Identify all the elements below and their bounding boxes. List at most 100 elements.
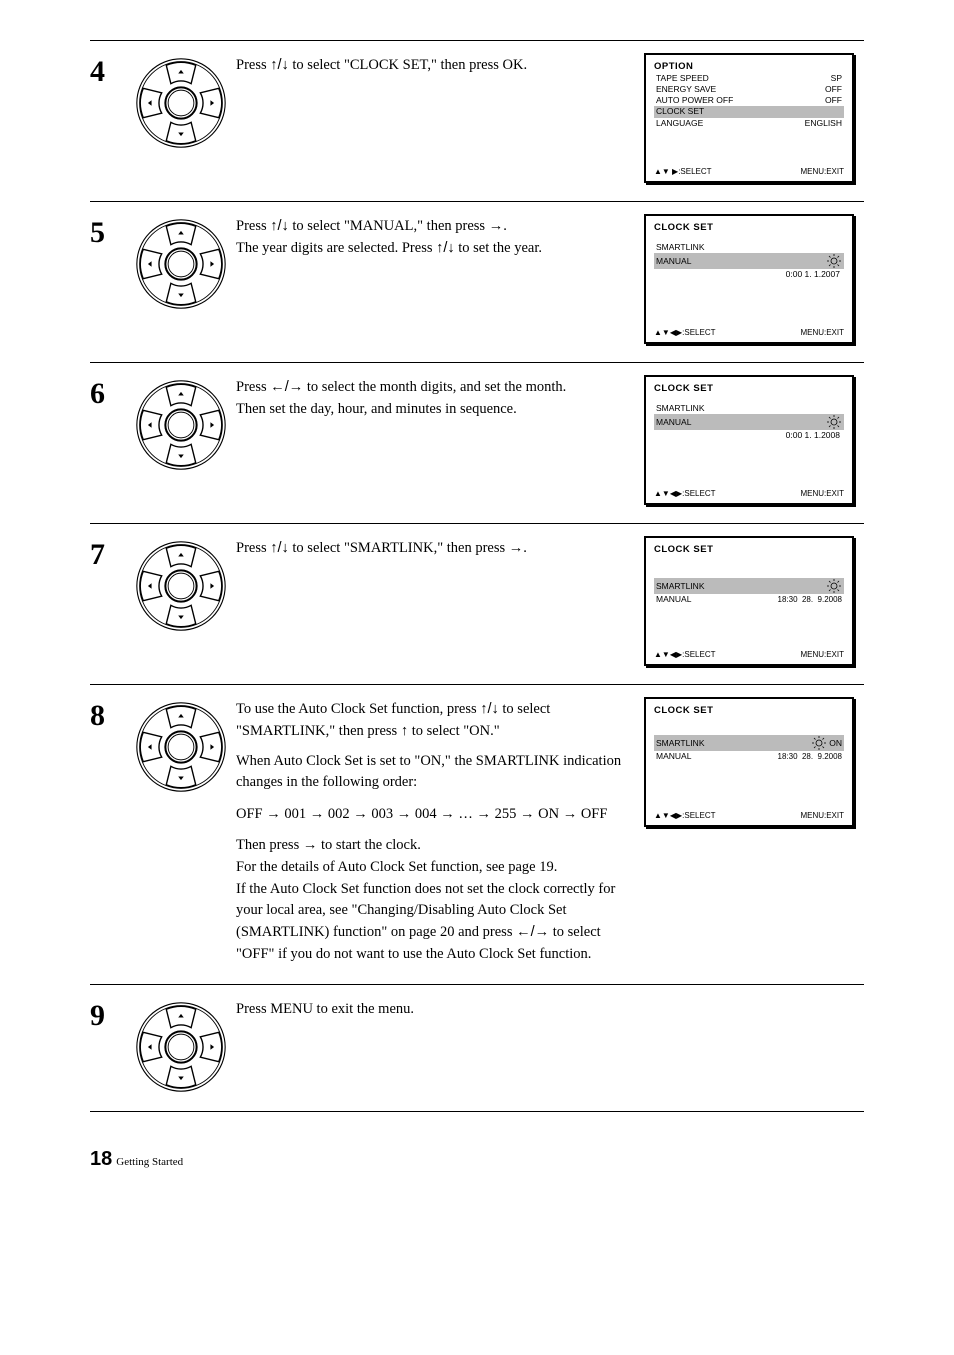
- step-number: 9: [90, 995, 126, 1031]
- seq-item: 255: [495, 806, 517, 822]
- arrow-glyph: ←/→: [516, 924, 549, 940]
- menu-item: LANGUAGEENGLISH: [654, 118, 844, 129]
- step-row: 8 To use the Auto Clock Set function, pre…: [90, 684, 864, 984]
- menu-item: SMARTLINK: [654, 578, 844, 594]
- screen-column: OPTIONTAPE SPEEDSPENERGY SAVEOFFAUTO POW…: [644, 51, 864, 183]
- menu-hint: ▲▼◀▶:SELECTMENU:EXIT: [654, 811, 844, 821]
- sun-icon: [826, 253, 842, 269]
- dpad-column: [126, 51, 236, 149]
- page-footer: 18 Getting Started: [90, 1148, 864, 1171]
- arrow-glyph: ↑/↓: [270, 218, 289, 234]
- menu-title: CLOCK SET: [654, 705, 844, 717]
- menu-item: MANUAL: [654, 414, 844, 430]
- instruction-text: Press MENU to exit the menu.: [236, 999, 630, 1021]
- dpad-column: [126, 534, 236, 632]
- menu-screen: CLOCK SETSMARTLINKMANUAL18:30 28. 9.2008…: [644, 536, 854, 666]
- dpad-icon: [135, 57, 227, 149]
- instruction-column: Press ←/→ to select the month digits, an…: [236, 373, 644, 421]
- menu-list: TAPE SPEEDSPENERGY SAVEOFFAUTO POWER OFF…: [654, 73, 844, 128]
- arrow-glyph: →: [489, 218, 504, 234]
- menu-screen: CLOCK SETSMARTLINK ONMANUAL18:30 28. 9.2…: [644, 697, 854, 827]
- arrow-icon: →: [353, 806, 368, 822]
- menu-time: 0:00 1. 1.2007: [654, 269, 844, 280]
- instruction-column: To use the Auto Clock Set function, pres…: [236, 695, 644, 966]
- seq-item: ON: [538, 806, 559, 822]
- instruction-text: Press ↑/↓ to select "SMARTLINK," then pr…: [236, 538, 630, 560]
- dpad-icon: [135, 379, 227, 471]
- instruction-column: Press ↑/↓ to select "MANUAL," then press…: [236, 212, 644, 260]
- seq-item: …: [458, 806, 473, 822]
- menu-item: MANUAL18:30 28. 9.2008: [654, 594, 844, 605]
- dpad-column: [126, 373, 236, 471]
- instruction-text: To use the Auto Clock Set function, pres…: [236, 699, 630, 743]
- dpad-column: [126, 695, 236, 793]
- seq-item: OFF: [581, 806, 608, 822]
- dpad-icon: [135, 1001, 227, 1093]
- menu-screen: CLOCK SETSMARTLINKMANUAL 0:00 1. 1.2008▲…: [644, 375, 854, 505]
- menu-list: SMARTLINKMANUAL 0:00 1. 1.2007: [654, 234, 844, 280]
- seq-item: OFF: [236, 806, 263, 822]
- arrow-icon: →: [310, 806, 325, 822]
- menu-list: SMARTLINK ONMANUAL18:30 28. 9.2008: [654, 717, 844, 762]
- seq-item: 002: [328, 806, 350, 822]
- screen-column: CLOCK SETSMARTLINKMANUAL 0:00 1. 1.2007▲…: [644, 212, 864, 344]
- instruction-text: When Auto Clock Set is set to "ON," the …: [236, 751, 630, 795]
- dpad-column: [126, 212, 236, 310]
- menu-list: SMARTLINKMANUAL18:30 28. 9.2008: [654, 556, 844, 605]
- sun-icon: [826, 578, 842, 594]
- arrow-icon: →: [440, 806, 455, 822]
- arrow-icon: →: [266, 806, 281, 822]
- menu-hint: ▲▼◀▶:SELECTMENU:EXIT: [654, 650, 844, 660]
- step-row: 5Press ↑/↓ to select "MANUAL," then pres…: [90, 201, 864, 362]
- screen-column: CLOCK SETSMARTLINKMANUAL 0:00 1. 1.2008▲…: [644, 373, 864, 505]
- step-row: 9 Press MENU to exit the menu.: [90, 984, 864, 1112]
- menu-hint: ▲▼ ▶:SELECTMENU:EXIT: [654, 167, 844, 177]
- seq-item: 003: [371, 806, 393, 822]
- seq-item: 001: [284, 806, 306, 822]
- arrow-glyph: ↑/↓: [270, 57, 289, 73]
- dpad-icon: [135, 218, 227, 310]
- menu-title: CLOCK SET: [654, 383, 844, 395]
- dpad-column: [126, 995, 236, 1093]
- menu-screen: OPTIONTAPE SPEEDSPENERGY SAVEOFFAUTO POW…: [644, 53, 854, 183]
- menu-title: CLOCK SET: [654, 544, 844, 556]
- menu-item: CLOCK SET: [654, 106, 844, 117]
- menu-item: AUTO POWER OFFOFF: [654, 95, 844, 106]
- menu-screen: CLOCK SETSMARTLINKMANUAL 0:00 1. 1.2007▲…: [644, 214, 854, 344]
- step-number: 7: [90, 534, 126, 570]
- menu-item: SMARTLINK: [654, 403, 844, 414]
- sun-icon: [811, 735, 827, 751]
- sequence-list: OFF → 001 → 002 → 003 → 004 → … → 255 → …: [236, 800, 630, 829]
- arrow-glyph: ↑/↓: [436, 240, 455, 256]
- seq-item: 004: [415, 806, 437, 822]
- menu-item: MANUAL: [654, 253, 844, 269]
- arrow-icon: →: [563, 806, 578, 822]
- instruction-column: Press ↑/↓ to select "SMARTLINK," then pr…: [236, 534, 644, 560]
- menu-item: TAPE SPEEDSP: [654, 73, 844, 84]
- menu-time: 0:00 1. 1.2008: [654, 430, 844, 441]
- menu-item: SMARTLINK ON: [654, 735, 844, 751]
- instruction-text: Press ↑/↓ to select "MANUAL," then press…: [236, 216, 630, 260]
- step-number: 8: [90, 695, 126, 731]
- step-row: 6 Press ←/→ to select the month digits, a…: [90, 362, 864, 523]
- arrow-glyph: ←/→: [270, 379, 303, 395]
- screen-column: CLOCK SETSMARTLINKMANUAL18:30 28. 9.2008…: [644, 534, 864, 666]
- step-number: 6: [90, 373, 126, 409]
- instruction-column: Press ↑/↓ to select "CLOCK SET," then pr…: [236, 51, 644, 77]
- arrow-glyph: →: [303, 837, 318, 853]
- step-number: 4: [90, 51, 126, 87]
- arrow-glyph: ↑/↓: [480, 701, 499, 717]
- instruction-column: Press MENU to exit the menu.: [236, 995, 644, 1021]
- arrow-icon: →: [397, 806, 412, 822]
- sun-icon: [826, 414, 842, 430]
- section-name: Getting Started: [116, 1156, 183, 1168]
- menu-hint: ▲▼◀▶:SELECTMENU:EXIT: [654, 489, 844, 499]
- menu-title: OPTION: [654, 61, 844, 73]
- menu-item: SMARTLINK: [654, 242, 844, 253]
- menu-title: CLOCK SET: [654, 222, 844, 234]
- menu-list: SMARTLINKMANUAL 0:00 1. 1.2008: [654, 395, 844, 441]
- arrow-glyph: ↑: [401, 723, 408, 739]
- arrow-glyph: →: [509, 540, 524, 556]
- instruction-text: Then press → to start the clock.For the …: [236, 835, 630, 966]
- dpad-icon: [135, 701, 227, 793]
